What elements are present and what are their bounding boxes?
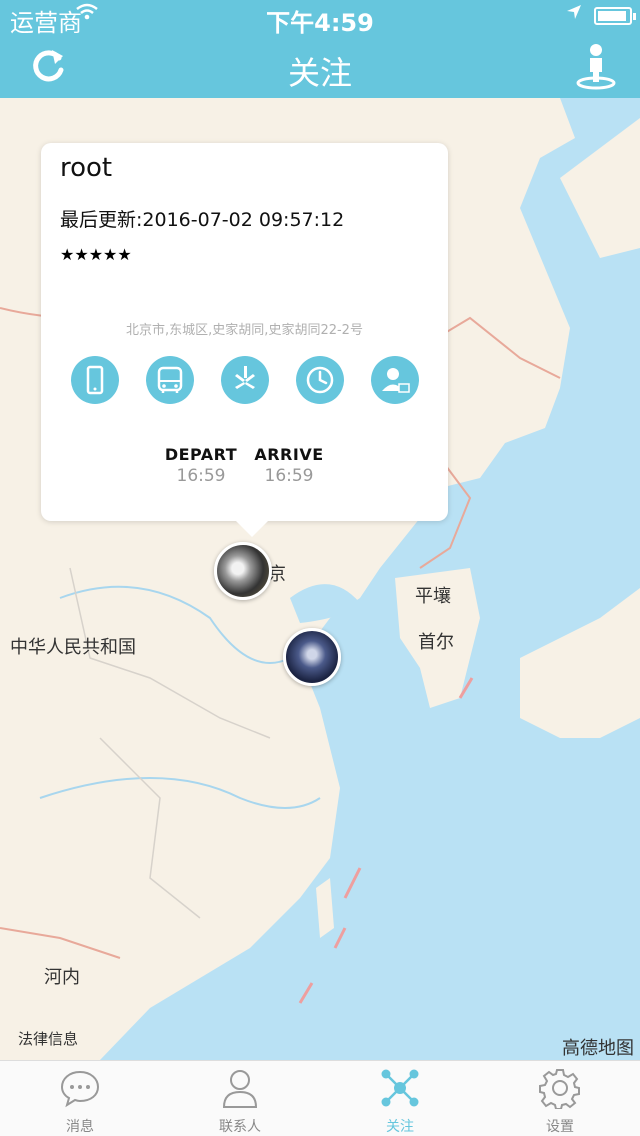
avatar-pin-user[interactable] bbox=[283, 628, 341, 686]
tab-bar: 消息 联系人 关注 设置 bbox=[0, 1060, 640, 1136]
map-label-seoul: 首尔 bbox=[418, 632, 454, 653]
address: 北京市,东城区,史家胡同,史家胡同22-2号 bbox=[126, 323, 363, 338]
tab-label: 联系人 bbox=[219, 1119, 261, 1135]
page-title: 关注 bbox=[287, 54, 352, 92]
depart-block: DEPART 16:59 bbox=[161, 445, 241, 486]
gear-icon bbox=[539, 1067, 581, 1110]
map-credit: 高德地图 bbox=[562, 1038, 634, 1059]
arrive-block: ARRIVE 16:59 bbox=[247, 445, 331, 486]
arrive-time: 16:59 bbox=[264, 466, 314, 486]
battery-icon bbox=[594, 7, 636, 25]
contact-card-icon[interactable] bbox=[371, 356, 419, 404]
yelp-icon[interactable] bbox=[221, 356, 269, 404]
depart-time: 16:59 bbox=[176, 466, 226, 486]
tab-settings[interactable]: 设置 bbox=[480, 1061, 640, 1136]
map-label-hanoi: 河内 bbox=[44, 967, 80, 988]
network-icon bbox=[379, 1067, 421, 1109]
legal-info-link[interactable]: 法律信息 bbox=[18, 1028, 78, 1049]
phone-icon[interactable] bbox=[71, 356, 119, 404]
user-info-popup: root 最后更新:2016-07-02 09:57:12 ★★★★★ 北京市,… bbox=[41, 143, 448, 537]
location-arrow-icon bbox=[566, 4, 582, 25]
clock-icon[interactable] bbox=[296, 356, 344, 404]
person-icon bbox=[219, 1067, 261, 1109]
tab-label: 关注 bbox=[386, 1119, 414, 1135]
nav-bar: 关注 bbox=[0, 34, 640, 98]
person-location-icon[interactable] bbox=[574, 42, 618, 90]
user-name: root bbox=[60, 153, 113, 183]
bus-icon[interactable] bbox=[146, 356, 194, 404]
star-rating: ★★★★★ bbox=[60, 245, 132, 264]
map-label-china: 中华人民共和国 bbox=[10, 637, 136, 658]
last-update: 最后更新:2016-07-02 09:57:12 bbox=[60, 209, 345, 231]
arrive-label: ARRIVE bbox=[254, 445, 324, 464]
tab-label: 消息 bbox=[66, 1119, 94, 1135]
avatar-pin-root[interactable] bbox=[214, 542, 272, 600]
status-bar: 运营商 下午4:59 bbox=[0, 0, 640, 37]
tab-following[interactable]: 关注 bbox=[320, 1061, 480, 1136]
status-time: 下午4:59 bbox=[266, 9, 374, 37]
map-label-pyongyang: 平壤 bbox=[415, 586, 451, 607]
action-row bbox=[71, 356, 421, 404]
tab-label: 设置 bbox=[546, 1119, 574, 1135]
tab-contacts[interactable]: 联系人 bbox=[160, 1061, 320, 1136]
depart-label: DEPART bbox=[164, 445, 238, 464]
chat-bubble-icon bbox=[59, 1067, 101, 1109]
tab-messages[interactable]: 消息 bbox=[0, 1061, 160, 1136]
